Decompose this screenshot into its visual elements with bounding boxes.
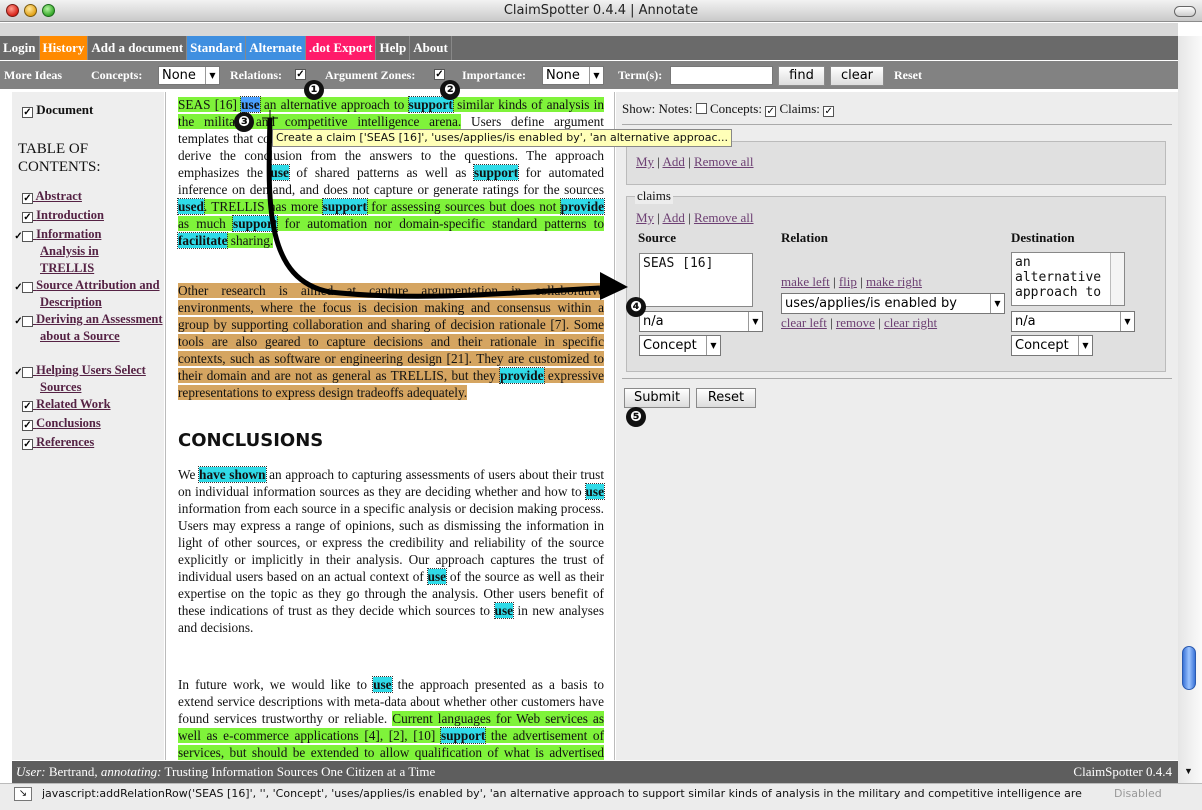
marker-4: ❹ <box>626 297 646 317</box>
user-name: Bertrand <box>48 764 95 779</box>
arrow-head-icon <box>600 272 628 300</box>
version-label: ClaimSpotter 0.4.4 <box>1073 764 1172 779</box>
browser-status-bar: ↘ javascript:addRelationRow('SEAS [16]',… <box>0 783 1202 810</box>
page-scrollbar[interactable]: ▼ <box>1178 36 1202 783</box>
marker-5: ❺ <box>626 407 646 427</box>
marker-2: ❷ <box>440 80 460 100</box>
link-preview-text: javascript:addRelationRow('SEAS [16]', '… <box>42 787 1082 800</box>
drag-arrow-overlay <box>262 110 628 300</box>
disabled-label: Disabled <box>1114 787 1162 800</box>
drag-arrow-path <box>266 117 601 299</box>
document-title: Trusting Information Sources One Citizen… <box>164 764 436 779</box>
resize-icon: ↘ <box>14 787 32 801</box>
marker-1: ❶ <box>304 80 324 100</box>
status-bar: User: Bertrand, annotating: Trusting Inf… <box>12 761 1178 783</box>
scroll-down-arrow-icon[interactable]: ▼ <box>1184 766 1193 776</box>
scrollbar-thumb[interactable] <box>1182 646 1196 690</box>
user-label: User: <box>16 764 46 779</box>
marker-3: ❸ <box>234 112 254 132</box>
annotating-label: annotating: <box>100 764 162 779</box>
